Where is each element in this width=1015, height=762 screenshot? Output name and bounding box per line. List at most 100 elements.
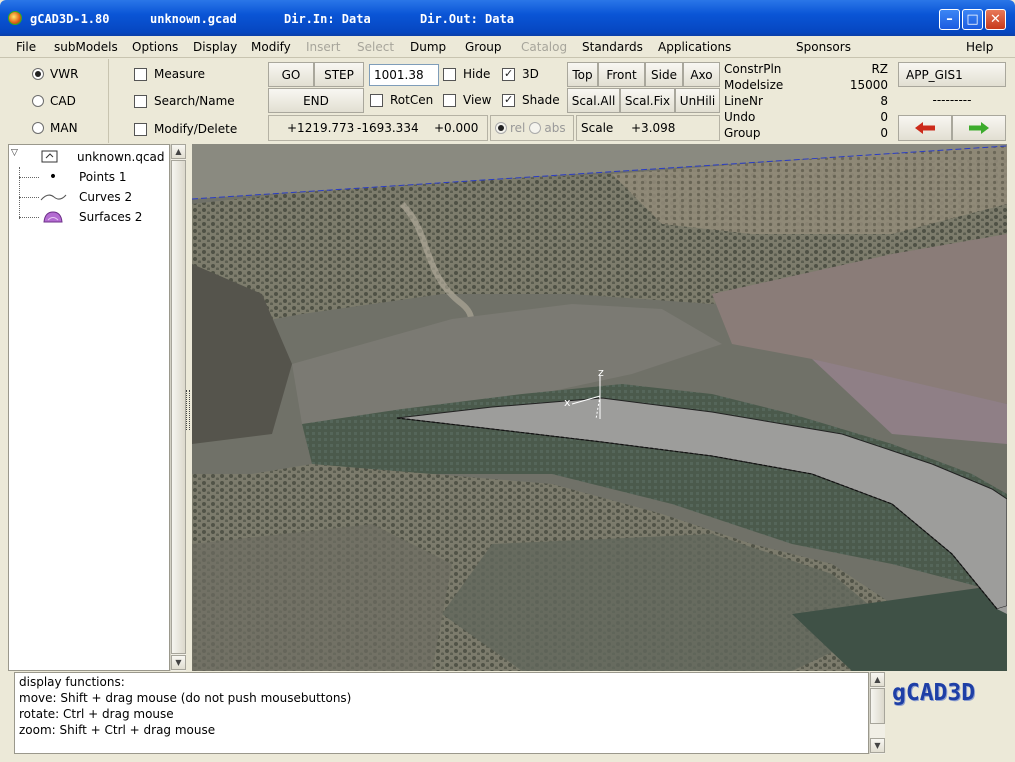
modify-delete-checkbox[interactable] <box>134 122 147 136</box>
threed-checkbox[interactable] <box>502 67 515 81</box>
menu-applications[interactable]: Applications <box>658 40 731 54</box>
app-title: gCAD3D-1.80 <box>30 12 110 26</box>
threed-label: 3D <box>522 67 539 81</box>
tree-scroll-thumb[interactable] <box>171 160 186 654</box>
info-group-key: Group <box>724 126 761 140</box>
mode-cad-label: CAD <box>50 94 76 108</box>
info-undo-key: Undo <box>724 110 756 124</box>
hide-checkbox[interactable] <box>443 67 456 81</box>
mode-cad-radio[interactable] <box>32 95 44 107</box>
message-line: display functions: <box>19 675 125 689</box>
tree-scrollbar[interactable]: ▲ ▼ <box>170 144 186 671</box>
rel-label: rel <box>510 121 526 135</box>
message-scroll-down-icon[interactable]: ▼ <box>870 738 885 753</box>
mode-vwr[interactable]: VWR <box>10 63 78 85</box>
info-group-value: 0 <box>880 126 888 140</box>
message-scrollbar[interactable]: ▲ ▼ <box>869 672 885 754</box>
hide-toggle[interactable]: Hide <box>443 64 490 84</box>
mode-vwr-label: VWR <box>50 67 79 81</box>
app-name-button[interactable]: APP_GIS1 <box>898 62 1006 87</box>
step-button[interactable]: STEP <box>314 62 364 87</box>
menu-help[interactable]: Help <box>966 40 993 54</box>
modify-delete-toggle[interactable]: Modify/Delete <box>134 119 237 139</box>
shade-label: Shade <box>522 93 560 107</box>
tree-item-surfaces[interactable]: Surfaces 2 <box>19 208 142 226</box>
menu-submodels[interactable]: subModels <box>54 40 118 54</box>
rotcen-toggle[interactable]: RotCen <box>370 90 433 110</box>
scale-fix-button[interactable]: Scal.Fix <box>620 88 675 113</box>
unhili-button[interactable]: UnHili <box>675 88 720 113</box>
view-side-button[interactable]: Side <box>645 62 683 87</box>
menu-display[interactable]: Display <box>193 40 237 54</box>
scale-label: Scale <box>581 121 614 135</box>
tree-item-points[interactable]: • Points 1 <box>19 168 127 186</box>
mode-man-radio[interactable] <box>32 122 44 134</box>
go-button[interactable]: GO <box>268 62 314 87</box>
back-button[interactable] <box>898 115 952 141</box>
rotcen-label: RotCen <box>390 93 434 107</box>
tree-scroll-up-icon[interactable]: ▲ <box>171 144 186 159</box>
menu-group[interactable]: Group <box>465 40 502 54</box>
search-name-checkbox[interactable] <box>134 94 147 108</box>
shade-checkbox[interactable] <box>502 93 515 107</box>
info-modelsize-key: Modelsize <box>724 78 784 92</box>
coord-y: -1693.334 <box>357 121 419 135</box>
model-file-icon <box>41 150 58 163</box>
scale-all-button[interactable]: Scal.All <box>567 88 620 113</box>
message-scroll-up-icon[interactable]: ▲ <box>870 672 885 687</box>
mode-vwr-radio[interactable] <box>32 68 44 80</box>
mode-man[interactable]: MAN <box>10 117 78 139</box>
forward-button[interactable] <box>952 115 1006 141</box>
title-bar[interactable]: gCAD3D-1.80 unknown.gcad Dir.In: Data Di… <box>0 0 1015 36</box>
tree-item-curves-label: Curves 2 <box>79 190 133 204</box>
info-modelsize: Modelsize 15000 <box>724 78 888 94</box>
mode-man-label: MAN <box>50 121 78 135</box>
value-input[interactable]: 1001.38 <box>369 64 439 86</box>
end-button[interactable]: END <box>268 88 364 113</box>
dir-out: Dir.Out: Data <box>420 12 514 26</box>
graphics-viewport[interactable]: z x <box>192 144 1007 671</box>
menu-sponsors[interactable]: Sponsors <box>796 40 851 54</box>
view-axo-button[interactable]: Axo <box>683 62 720 87</box>
arrow-left-icon <box>915 122 935 134</box>
message-area: display functions: move: Shift + drag mo… <box>14 672 869 754</box>
measure-checkbox[interactable] <box>134 67 147 81</box>
minimize-button[interactable]: – <box>939 9 960 30</box>
info-linenr: LineNr 8 <box>724 94 888 110</box>
tree-collapse-icon[interactable]: ▽ <box>11 148 18 158</box>
menu-standards[interactable]: Standards <box>582 40 643 54</box>
menu-dump[interactable]: Dump <box>410 40 446 54</box>
tree-root[interactable]: unknown.qcad <box>41 148 165 166</box>
arrow-right-icon <box>969 122 989 134</box>
rel-radio[interactable] <box>495 122 507 134</box>
measure-toggle[interactable]: Measure <box>134 64 205 84</box>
minimize-icon: – <box>946 12 953 27</box>
tree-item-points-label: Points 1 <box>79 170 127 184</box>
view-toggle[interactable]: View <box>443 90 491 110</box>
tree-scroll-down-icon[interactable]: ▼ <box>171 655 186 670</box>
pane-splitter[interactable] <box>186 390 190 430</box>
message-line: zoom: Shift + Ctrl + drag mouse <box>19 723 216 737</box>
view-top-button[interactable]: Top <box>567 62 598 87</box>
view-front-button[interactable]: Front <box>598 62 645 87</box>
menu-modify[interactable]: Modify <box>251 40 291 54</box>
rotcen-checkbox[interactable] <box>370 93 383 107</box>
tree-item-curves[interactable]: Curves 2 <box>19 188 132 206</box>
shade-toggle[interactable]: Shade <box>502 90 560 110</box>
close-button[interactable]: ✕ <box>985 9 1006 30</box>
abs-radio[interactable] <box>529 122 542 134</box>
search-name-toggle[interactable]: Search/Name <box>134 91 235 111</box>
mode-cad[interactable]: CAD <box>10 90 76 112</box>
threed-toggle[interactable]: 3D <box>502 64 539 84</box>
menu-catalog: Catalog <box>521 40 568 54</box>
coordinate-display: +1219.773 -1693.334 +0.000 <box>268 115 488 141</box>
menu-options[interactable]: Options <box>132 40 178 54</box>
maximize-button[interactable]: □ <box>962 9 983 30</box>
modify-delete-label: Modify/Delete <box>154 122 238 136</box>
info-undo: Undo 0 <box>724 110 888 126</box>
menu-file[interactable]: File <box>16 40 36 54</box>
app-icon[interactable] <box>8 11 22 25</box>
terrain-surface <box>192 144 1007 671</box>
view-checkbox[interactable] <box>443 93 456 107</box>
message-scroll-thumb[interactable] <box>870 688 885 724</box>
